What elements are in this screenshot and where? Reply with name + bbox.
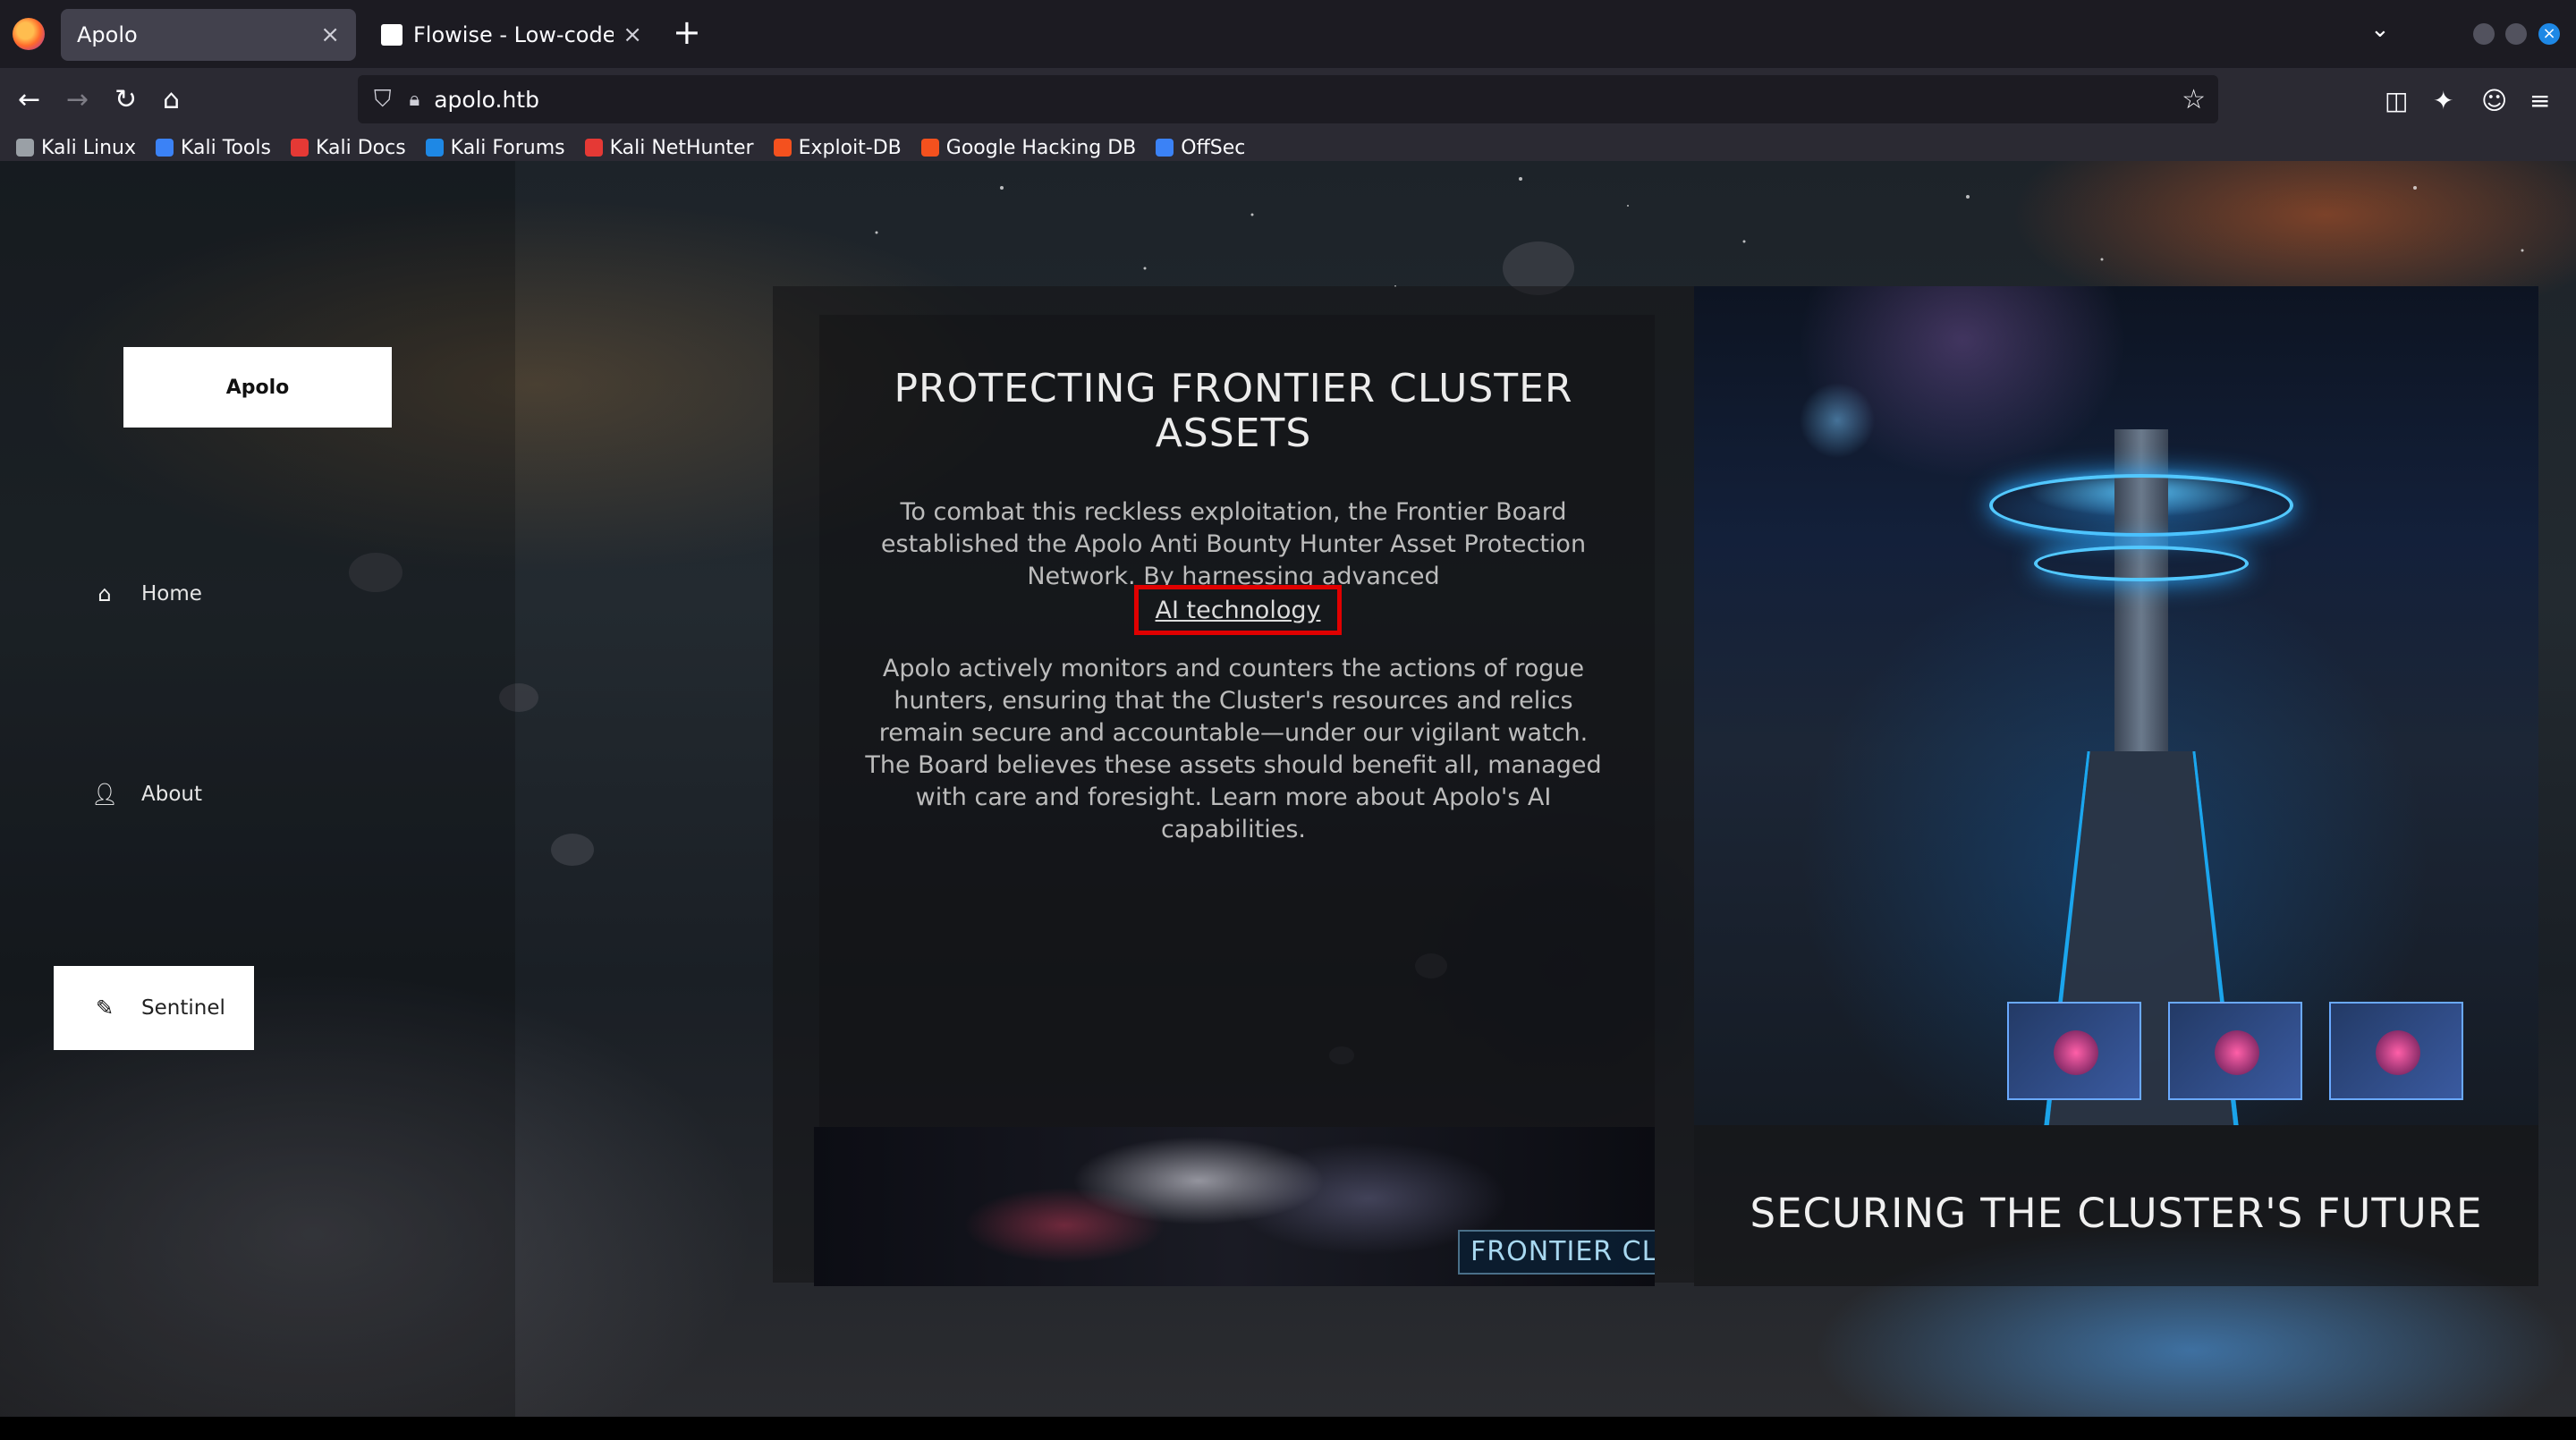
nav-item-about[interactable]: 👤︎ About — [91, 782, 202, 807]
new-tab-button[interactable]: + — [673, 13, 701, 52]
browser-tab-strip: Apolo × Flowise - Low-code LLM × + ⌄ × — [0, 0, 2576, 68]
tab-close-icon[interactable]: × — [320, 21, 340, 48]
bookmark-star-icon[interactable]: ☆ — [2182, 84, 2206, 115]
tracking-shield-icon[interactable]: ⛉ — [374, 86, 392, 114]
bookmark-kali-docs[interactable]: Kali Docs — [290, 136, 406, 159]
hero-paragraph-intro: To combat this reckless exploitation, th… — [880, 498, 1587, 590]
address-bar[interactable]: ⛉ 🔒︎ apolo.htb ☆ — [358, 75, 2218, 123]
bookmark-label: Exploit-DB — [798, 136, 902, 159]
user-icon: 👤︎ — [91, 782, 119, 807]
exploit-db-icon — [773, 139, 792, 157]
nav-item-label: Sentinel — [141, 996, 225, 1020]
nav-item-sentinel[interactable]: ✎ Sentinel — [54, 966, 254, 1050]
bookmark-kali-nethunter[interactable]: Kali NetHunter — [584, 136, 754, 159]
page-viewport: Apolo ⌂ Home 👤︎ About ✎ Sentinel PROTECT… — [0, 161, 2576, 1417]
frontier-sign: FRONTIER CLA — [1458, 1230, 1655, 1275]
minimize-window-button[interactable] — [2473, 23, 2495, 45]
bookmark-offsec[interactable]: OffSec — [1156, 137, 1245, 159]
bookmark-label: Kali Docs — [315, 136, 406, 159]
kali-forums-icon — [425, 139, 444, 157]
close-window-button[interactable]: × — [2538, 23, 2560, 45]
landing-pad — [2329, 1002, 2463, 1100]
profile-avatar-icon[interactable]: ☺ — [2481, 86, 2507, 115]
forward-arrow-icon[interactable]: → — [66, 84, 89, 115]
bookmark-label: Kali NetHunter — [609, 136, 754, 159]
bookmarks-toolbar: Kali Linux Kali Tools Kali Docs Kali For… — [0, 134, 2576, 161]
kali-nethunter-icon — [584, 139, 603, 157]
lock-icon[interactable]: 🔒︎ — [410, 89, 420, 111]
tab-close-icon[interactable]: × — [623, 21, 642, 48]
landing-pad — [2007, 1002, 2141, 1100]
tab-title: Apolo — [77, 22, 138, 47]
bookmark-label: Kali Forums — [450, 136, 565, 159]
firefox-logo-icon[interactable] — [13, 18, 45, 50]
home-icon[interactable]: ⌂ — [163, 84, 180, 115]
bookmark-kali-tools[interactable]: Kali Tools — [156, 137, 271, 159]
bookmark-label: Google Hacking DB — [945, 136, 1137, 159]
bookmark-google-hacking-db[interactable]: Google Hacking DB — [920, 136, 1137, 159]
back-arrow-icon[interactable]: ← — [18, 84, 40, 115]
glowing-ring — [2034, 546, 2249, 581]
hamburger-menu-icon[interactable]: ≡ — [2529, 86, 2550, 115]
pencil-icon: ✎ — [95, 995, 114, 1021]
page-favicon-icon — [381, 24, 402, 46]
tab-flowise[interactable]: Flowise - Low-code LLM × — [365, 9, 658, 61]
ai-technology-link[interactable]: AI technology — [1134, 585, 1342, 635]
page-bottom-edge — [0, 1417, 2576, 1440]
kali-docs-icon — [290, 139, 309, 157]
browser-toolbar: ← → ↻ ⌂ ⛉ 🔒︎ apolo.htb ☆ ◫ ✦ ☺ ≡ — [0, 68, 2576, 134]
nav-item-label: Home — [141, 582, 202, 606]
nebula-banner-image: FRONTIER CLA — [814, 1127, 1655, 1286]
hero-title-line1: PROTECTING FRONTIER CLUSTER — [894, 366, 1573, 411]
bookmark-exploit-db[interactable]: Exploit-DB — [773, 136, 902, 159]
ghdb-icon — [920, 139, 939, 157]
pocket-icon[interactable]: ◫ — [2385, 86, 2408, 115]
tab-list-chevron-down-icon[interactable]: ⌄ — [2370, 16, 2390, 43]
bookmark-label: OffSec — [1181, 136, 1246, 159]
extensions-icon[interactable]: ✦ — [2433, 86, 2453, 115]
glowing-ring — [1989, 474, 2293, 537]
bookmark-kali-linux[interactable]: Kali Linux — [16, 137, 136, 159]
landing-pad — [2168, 1002, 2302, 1100]
bookmark-label: Kali Tools — [181, 136, 271, 159]
hero-paragraph-details: Apolo actively monitors and counters the… — [865, 655, 1602, 843]
futuristic-spaceport-image — [1694, 286, 2538, 1125]
secondary-title: SECURING THE CLUSTER'S FUTURE — [1750, 1190, 2483, 1237]
maximize-window-button[interactable] — [2505, 23, 2527, 45]
kali-tools-icon — [156, 139, 174, 157]
nav-item-label: About — [141, 783, 203, 806]
nav-item-home[interactable]: ⌂ Home — [91, 581, 202, 606]
bookmark-label: Kali Linux — [41, 136, 137, 159]
url-text[interactable]: apolo.htb — [434, 87, 2182, 113]
kali-dragon-icon — [16, 139, 34, 157]
hero-title: PROTECTING FRONTIER CLUSTER ASSETS — [819, 367, 1648, 456]
tab-title: Flowise - Low-code LLM — [413, 22, 614, 47]
tab-apolo[interactable]: Apolo × — [61, 9, 356, 61]
site-logo[interactable]: Apolo — [123, 347, 392, 428]
reload-icon[interactable]: ↻ — [114, 84, 137, 115]
hero-title-line2: ASSETS — [1155, 411, 1312, 456]
bookmark-kali-forums[interactable]: Kali Forums — [425, 136, 565, 159]
home-icon: ⌂ — [97, 581, 112, 606]
offsec-icon — [1156, 139, 1174, 157]
